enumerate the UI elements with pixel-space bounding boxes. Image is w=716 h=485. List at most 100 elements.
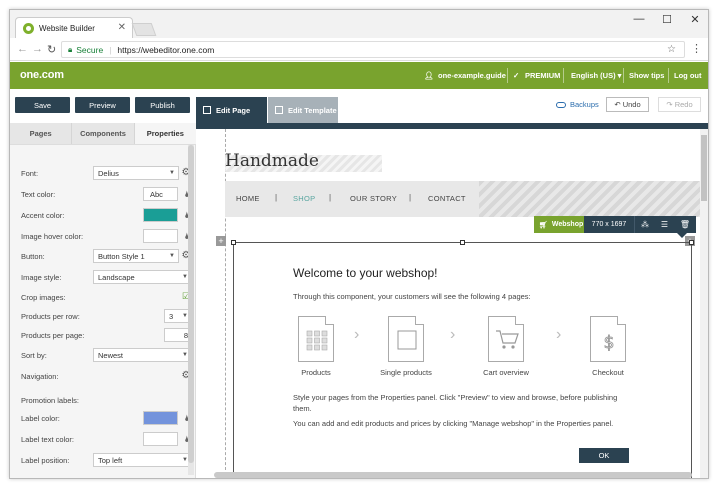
editor-toolbar: Save Preview Publish Edit Page Edit Temp… (10, 89, 708, 123)
show-tips-link[interactable]: Show tips (629, 71, 664, 80)
chevron-down-icon: ▼ (169, 253, 175, 259)
close-window-button[interactable]: ✕ (680, 13, 708, 26)
resize-handle[interactable] (689, 240, 694, 245)
ok-button[interactable]: OK (579, 448, 629, 463)
accent-color-swatch[interactable] (143, 208, 178, 222)
onecom-logo[interactable]: one.com (20, 69, 64, 81)
crop-images-row: Crop images: ☑ (21, 290, 191, 304)
step-products: Products (286, 316, 346, 384)
site-nav-shop[interactable]: SHOP (293, 194, 315, 203)
secure-label: Secure (76, 44, 104, 55)
webshop-widget-toolbar: 🛒︎ Webshop 770 x 1697 ⁂ ☰ 🗑︎ (534, 216, 696, 238)
sort-by-label: Sort by: (21, 351, 47, 360)
step-checkout: $ Checkout (578, 316, 638, 384)
tab-close-icon[interactable]: ✕ (118, 22, 126, 33)
site-nav-our-story[interactable]: OUR STORY (350, 194, 397, 203)
bookmark-star-icon[interactable]: ☆ (667, 44, 676, 55)
image-style-select[interactable]: Landscape ▼ (93, 270, 192, 284)
tab-pages[interactable]: Pages (10, 123, 73, 144)
label-text-color-swatch[interactable] (143, 432, 178, 446)
premium-badge[interactable]: PREMIUM (525, 71, 560, 80)
chevron-right-icon: › (354, 326, 360, 343)
step-caption: Single products (380, 368, 432, 377)
dialog-paragraph-preview: Style your pages from the Properties pan… (293, 393, 618, 413)
preview-button[interactable]: Preview (75, 97, 130, 113)
tab-edit-template[interactable]: Edit Template (268, 97, 338, 123)
forward-arrow-icon[interactable]: → (32, 43, 43, 55)
nav-separator: | (275, 193, 278, 202)
panel-scrollbar-thumb[interactable] (188, 145, 194, 463)
save-button[interactable]: Save (15, 97, 70, 113)
text-color-label: Text color: (21, 190, 56, 199)
language-selector[interactable]: English (US) ▾ (571, 71, 621, 80)
tab-properties[interactable]: Properties (134, 123, 196, 144)
widget-dimensions: 770 x 1697 (584, 216, 634, 233)
canvas-scrollbar[interactable] (700, 129, 708, 478)
products-per-row-row: Products per row: 3 ▼ (21, 309, 192, 323)
reload-icon[interactable]: ↻ (47, 43, 56, 56)
minimize-button[interactable]: — (624, 13, 654, 25)
dialog-intro: Through this component, your customers w… (293, 292, 531, 301)
label-position-value: Top left (98, 455, 123, 465)
tab-components[interactable]: Components (72, 123, 135, 144)
panel-scrollbar[interactable] (188, 145, 194, 475)
label-position-label: Label position: (21, 456, 70, 465)
backups-link[interactable]: Backups (556, 100, 599, 109)
sitemap-icon[interactable]: ⁂ (641, 220, 649, 229)
label-text-color-row: Label text color: 🌢︎ (21, 432, 191, 446)
step-caption: Checkout (592, 368, 624, 377)
webshop-label[interactable]: 🛒︎ Webshop (534, 216, 584, 233)
undo-button[interactable]: ↶ Undo (606, 97, 649, 112)
browser-window: Website Builder ✕ — ☐ ✕ ← → ↻ 🔒︎ Secure … (9, 9, 709, 479)
page-icon (203, 106, 211, 114)
products-grid-icon (298, 316, 334, 362)
resize-handle[interactable] (231, 240, 236, 245)
tab-edit-page[interactable]: Edit Page (196, 97, 267, 123)
layers-icon[interactable]: ☰ (661, 220, 668, 229)
trash-icon[interactable]: 🗑︎ (680, 220, 690, 229)
font-select[interactable]: Delius ▼ (93, 166, 179, 180)
site-nav-home[interactable]: HOME (236, 194, 260, 203)
back-arrow-icon[interactable]: ← (17, 43, 28, 55)
user-account-link[interactable]: one-example.guide (438, 71, 506, 80)
site-nav-contact[interactable]: CONTACT (428, 194, 466, 203)
widget-tools: ⁂ ☰ 🗑︎ (634, 216, 696, 233)
publish-button[interactable]: Publish (135, 97, 190, 113)
sort-by-value: Newest (98, 350, 124, 360)
canvas-horizontal-scrollbar[interactable] (214, 472, 692, 478)
maximize-button[interactable]: ☐ (652, 13, 682, 26)
promotion-labels-row: Promotion labels: (21, 393, 191, 407)
promotion-labels-heading: Promotion labels: (21, 396, 79, 405)
add-section-left-icon[interactable]: + (216, 236, 226, 246)
new-tab-button[interactable] (131, 23, 157, 36)
dialog-paragraph-manage: You can add and edit products and prices… (293, 419, 614, 428)
lock-icon: 🔒︎ (68, 44, 73, 54)
text-color-swatch[interactable]: Abc (143, 187, 178, 201)
step-caption: Cart overview (483, 368, 529, 377)
premium-check-icon: ✓ (513, 71, 520, 80)
label-position-select[interactable]: Top left ▼ (93, 453, 192, 467)
products-per-page-label: Products per page: (21, 331, 85, 340)
editor-canvas: Handmade HOME | SHOP | OUR STORY | CONTA… (196, 123, 708, 478)
browser-menu-icon[interactable]: ⋮ (691, 42, 702, 55)
button-style-select[interactable]: Button Style 1 ▼ (93, 249, 179, 263)
panel-tabs: Pages Components Properties (10, 123, 196, 145)
image-hover-swatch[interactable] (143, 229, 178, 243)
text-color-row: Text color: Abc 🌢︎ (21, 187, 191, 201)
step-cart-overview: Cart overview (476, 316, 536, 384)
label-color-swatch[interactable] (143, 411, 178, 425)
tab-title: Website Builder (39, 23, 95, 33)
canvas-scrollbar-thumb[interactable] (701, 135, 707, 201)
resize-handle[interactable] (460, 240, 465, 245)
font-label: Font: (21, 169, 39, 178)
redo-button[interactable]: ↷ Redo (658, 97, 701, 112)
label-color-label: Label color: (21, 414, 60, 423)
chevron-right-icon: › (556, 326, 562, 343)
products-per-row-label: Products per row: (21, 312, 80, 321)
site-title[interactable]: Handmade (225, 151, 319, 171)
url-text: https://webeditor.one.com (117, 44, 215, 55)
logout-link[interactable]: Log out (674, 71, 702, 80)
browser-tab[interactable]: Website Builder ✕ (15, 17, 133, 38)
sort-by-select[interactable]: Newest ▼ (93, 348, 192, 362)
url-bar[interactable]: 🔒︎ Secure | https://webeditor.one.com ☆ (61, 41, 685, 58)
